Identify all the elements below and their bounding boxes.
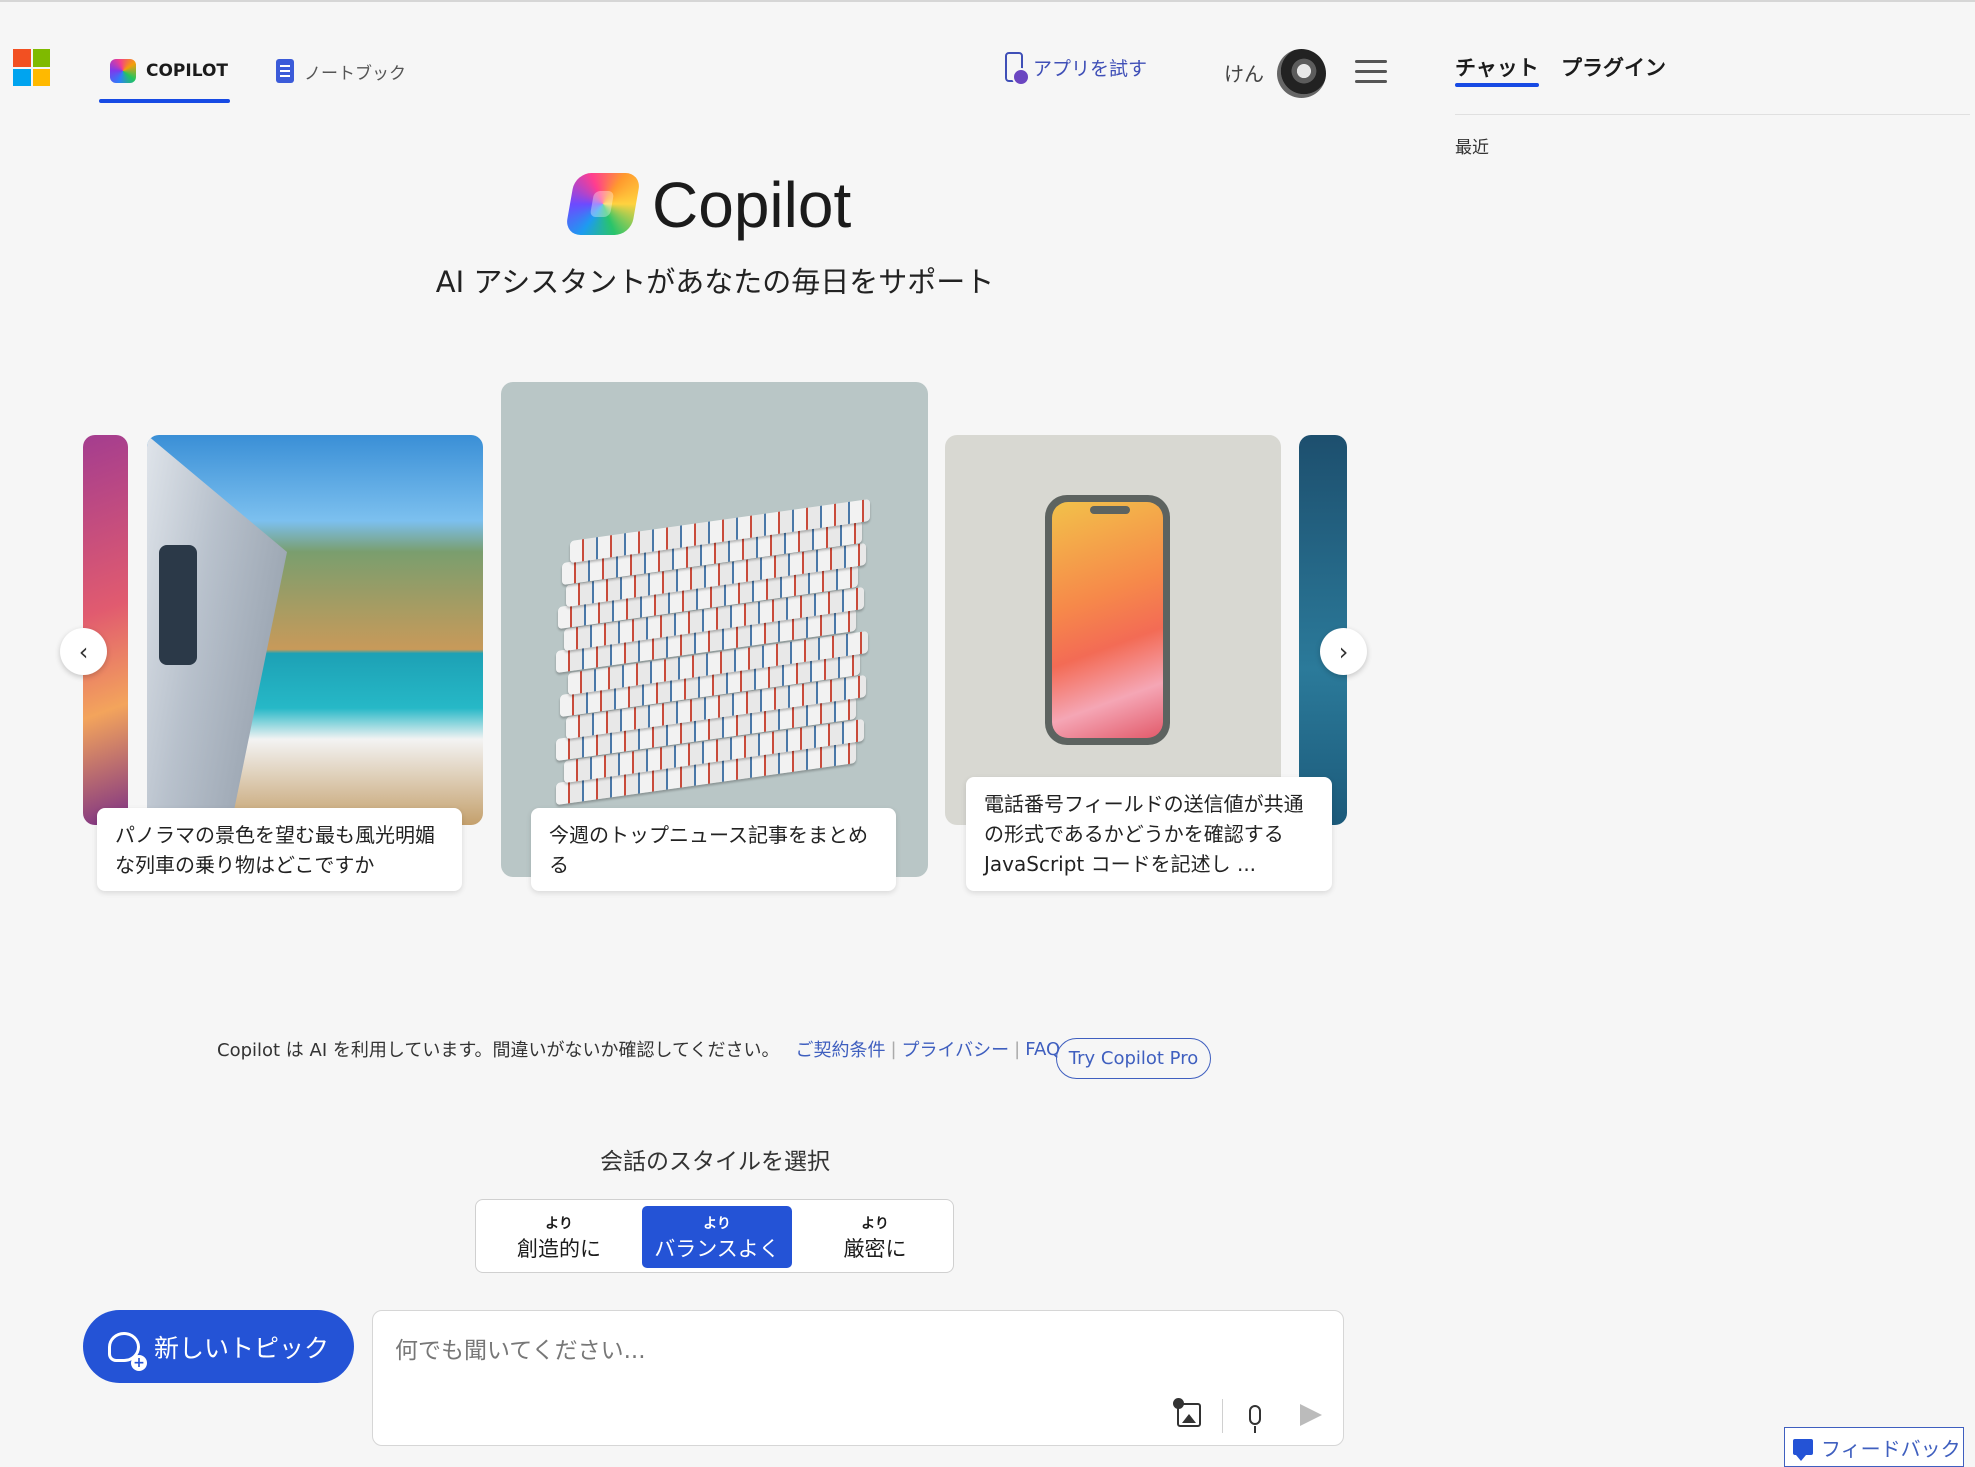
chat-input-box	[372, 1310, 1344, 1446]
chevron-left-icon: ‹	[78, 637, 89, 666]
try-copilot-pro-button[interactable]: Try Copilot Pro	[1056, 1038, 1211, 1079]
feedback-button[interactable]: フィードバック	[1784, 1427, 1964, 1467]
tab-notebook-label: ノートブック	[304, 63, 406, 84]
new-topic-label: 新しいトピック	[153, 1333, 329, 1363]
carousel-next-button[interactable]: ›	[1320, 628, 1367, 675]
feedback-icon	[1793, 1439, 1813, 1461]
carousel-card-news[interactable]	[501, 382, 928, 877]
top-border	[0, 0, 1975, 2]
link-separator: |	[1014, 1038, 1021, 1060]
add-image-button[interactable]	[1173, 1398, 1205, 1431]
microsoft-logo[interactable]	[13, 49, 50, 86]
style-selector-title: 会話のスタイルを選択	[600, 1149, 830, 1175]
copilot-icon	[110, 59, 136, 83]
username: けん	[1224, 62, 1264, 86]
faq-link[interactable]: FAQ	[1025, 1039, 1060, 1060]
try-app-label: アプリを試す	[1033, 57, 1148, 80]
active-tab-indicator	[99, 99, 230, 103]
page-subtitle: AI アシスタントがあなたの毎日をサポート	[435, 265, 995, 299]
new-chat-icon	[107, 1331, 147, 1371]
carousel-card-phone[interactable]	[945, 435, 1281, 825]
carousel-caption-train[interactable]: パノラマの景色を望む最も風光明媚な列車の乗り物はどこですか	[97, 808, 462, 891]
smartphone-image	[1045, 495, 1170, 745]
tab-notebook[interactable]: ノートブック	[276, 55, 406, 87]
carousel-card-train[interactable]	[147, 435, 483, 825]
chevron-right-icon: ›	[1338, 637, 1349, 666]
style-option-precise[interactable]: より 厳密に	[800, 1206, 950, 1268]
terms-link[interactable]: ご契約条件	[795, 1036, 885, 1062]
avatar[interactable]	[1277, 49, 1326, 98]
carousel-caption-news[interactable]: 今週のトップニュース記事をまとめる	[531, 808, 896, 891]
carousel-prev-button[interactable]: ‹	[60, 628, 107, 675]
tab-chat[interactable]: チャット	[1455, 52, 1539, 82]
style-option-balanced[interactable]: より バランスよく	[642, 1206, 792, 1268]
train-image	[147, 435, 287, 825]
disclaimer: Copilot は AI を利用しています。間違いがないか確認してください。 ご…	[217, 1036, 1060, 1062]
add-image-icon	[1173, 1398, 1201, 1427]
newspaper-image	[556, 462, 876, 806]
page-title: Copilot	[652, 169, 852, 241]
menu-icon[interactable]	[1355, 60, 1387, 84]
chat-input[interactable]	[395, 1331, 1295, 1371]
recent-heading: 最近	[1455, 138, 1489, 158]
tab-copilot[interactable]: COPILOT	[110, 55, 228, 87]
microphone-icon	[1249, 1405, 1261, 1433]
feedback-label: フィードバック	[1821, 1436, 1961, 1461]
disclaimer-text: Copilot は AI を利用しています。間違いがないか確認してください。	[217, 1040, 780, 1061]
style-option-label: 創造的に	[517, 1237, 601, 1261]
new-topic-button[interactable]: 新しいトピック	[83, 1310, 354, 1383]
copilot-logo-icon	[564, 173, 642, 235]
chat-tab-indicator	[1455, 83, 1539, 87]
style-selector: より 創造的に より バランスよく より 厳密に	[475, 1199, 954, 1273]
notebook-icon	[276, 59, 294, 83]
style-option-label: バランスよく	[654, 1237, 780, 1261]
style-option-label: 厳密に	[843, 1237, 907, 1261]
tab-plugins[interactable]: プラグイン	[1561, 52, 1666, 82]
link-separator: |	[890, 1038, 897, 1060]
tab-copilot-label: COPILOT	[146, 61, 228, 81]
carousel-caption-phone[interactable]: 電話番号フィールドの送信値が共通の形式であるかどうかを確認する JavaScri…	[966, 777, 1332, 891]
style-option-prefix: より	[703, 1216, 731, 1232]
toolbar-divider	[1222, 1399, 1223, 1433]
panel-divider	[1455, 114, 1970, 115]
send-button[interactable]	[1295, 1399, 1327, 1431]
phone-app-icon	[1005, 52, 1030, 86]
style-option-creative[interactable]: より 創造的に	[484, 1206, 634, 1268]
try-app-link[interactable]: アプリを試す	[1005, 52, 1148, 86]
send-icon	[1300, 1404, 1322, 1426]
privacy-link[interactable]: プライバシー	[902, 1036, 1010, 1062]
style-option-prefix: より	[545, 1216, 573, 1232]
style-option-prefix: より	[861, 1216, 889, 1232]
microphone-button[interactable]	[1239, 1399, 1271, 1433]
